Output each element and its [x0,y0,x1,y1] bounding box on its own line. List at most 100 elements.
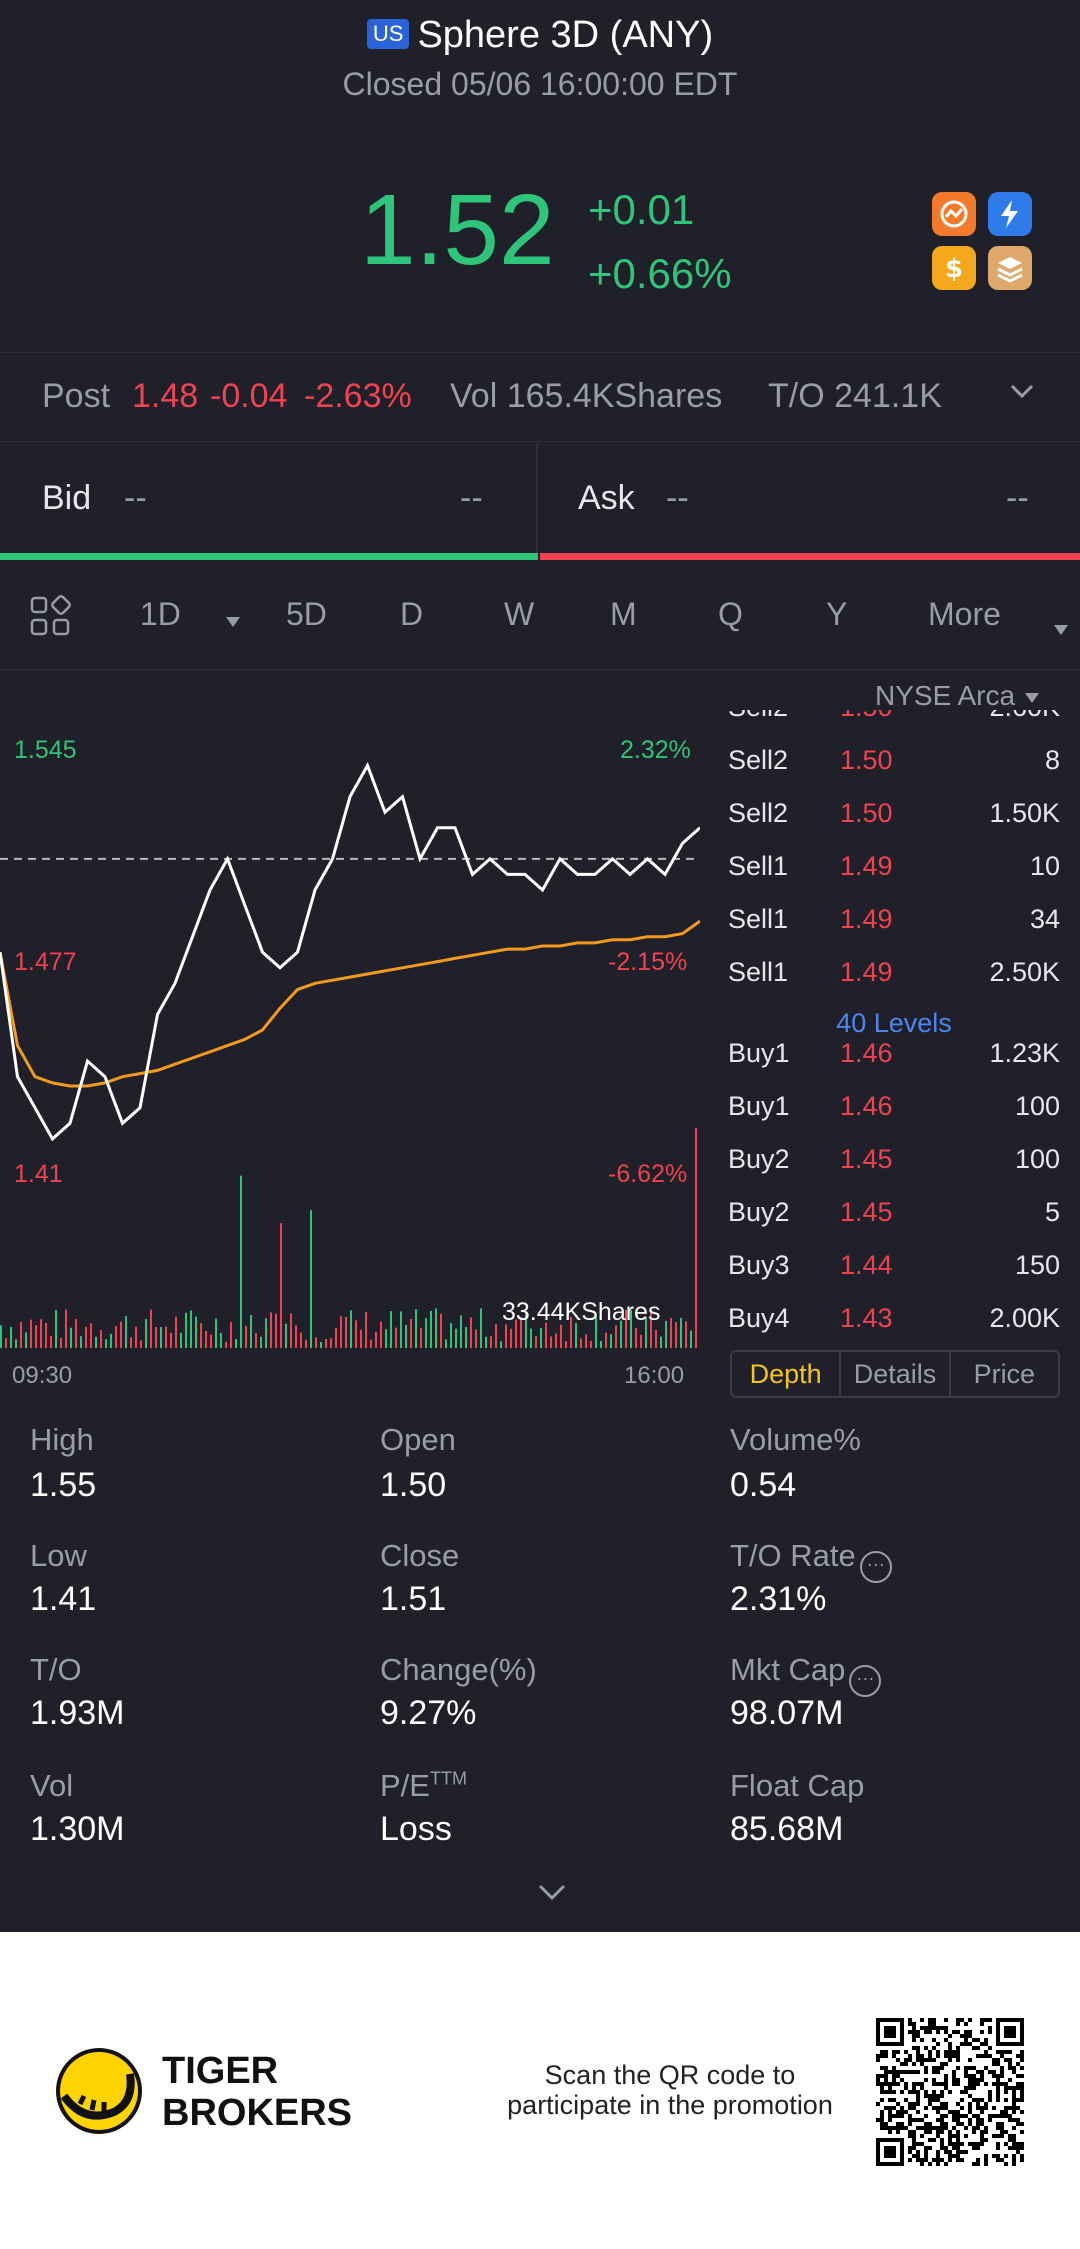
qr-code[interactable] [876,2018,1024,2166]
sell-level-label: Sell2 [728,710,788,723]
tab-m[interactable]: M [610,596,637,633]
brand-name: TIGER BROKERS [162,2050,352,2134]
volume-bar [290,1313,292,1348]
tab-y[interactable]: Y [826,596,847,633]
ask-price: -- [666,479,689,517]
chevron-down-icon[interactable] [1004,373,1040,418]
volume-bar [275,1313,277,1348]
volume-bar [240,1175,242,1348]
volume-bar [695,1128,697,1348]
x-end-label: 16:00 [624,1362,685,1389]
order-book-tabs: Depth Details Price [730,1350,1060,1398]
tab-depth[interactable]: Depth [732,1352,842,1396]
post-label: Post [42,377,111,415]
expand-chevron-icon[interactable] [534,1878,570,1911]
volume-bar [385,1329,387,1348]
buy-qty: 150 [1014,1250,1060,1280]
tab-q[interactable]: Q [718,596,743,633]
sell-level-label: Sell1 [728,957,789,987]
research-stack-icon[interactable] [988,246,1032,290]
tab-more[interactable]: More [928,596,1001,633]
tab-1d-dropdown-icon[interactable] [224,600,242,637]
volume-bar [555,1333,557,1348]
tab-w[interactable]: W [504,596,534,633]
buy-qty: 1.23K [989,1038,1060,1068]
exchange-selector[interactable]: NYSE Arca [875,680,1041,712]
intraday-chart[interactable]: 1.545 2.32% 1.477 -2.15% 1.41 -6.62% 33.… [0,700,701,1360]
volume-bar [450,1323,452,1348]
volume-bar [255,1333,257,1348]
promo-line1: Scan the QR code to [544,2060,796,2090]
bid-price: -- [124,479,147,517]
svg-text:$: $ [945,254,963,284]
volume-bar [665,1320,667,1348]
post-market-bar[interactable]: Post 1.48 -0.04 -2.63% Vol 165.4KShares … [0,352,1080,442]
sell-qty: 1.50K [989,798,1060,828]
buy-row: Buy4 1.43 2.00K [728,1303,1060,1342]
sell-price: 1.50 [840,710,893,723]
more-dropdown-icon[interactable] [1052,608,1070,645]
volume-bar [560,1324,562,1348]
ask-size: -- [1006,479,1029,517]
volume-bar [395,1327,397,1348]
chart-canvas[interactable] [0,700,701,1360]
buy-qty: 5 [1044,1197,1060,1227]
volume-bar [175,1316,177,1348]
volume-bar [135,1326,137,1348]
grid-layout-icon[interactable] [28,594,72,646]
volume-bar [20,1321,22,1348]
volume-bar [480,1308,482,1348]
sell-qty: 34 [1029,904,1060,934]
volume-bar [350,1310,352,1348]
level1-lightning-icon[interactable] [988,192,1032,236]
tab-5d[interactable]: 5D [286,596,327,633]
volume-bar [685,1321,687,1348]
volume-bar [440,1313,442,1348]
more-info-icon[interactable]: ··· [849,1665,882,1697]
volume-bar [60,1337,62,1348]
sell-row: Sell2 1.50 2.60K [728,710,1060,745]
buy-price: 1.45 [840,1144,893,1174]
exchange-name: NYSE Arca [875,680,1016,711]
tab-price[interactable]: Price [951,1352,1058,1396]
volume-bar [510,1328,512,1348]
more-info-icon[interactable]: ··· [859,1551,892,1583]
average-price-line [0,919,701,1088]
sell-qty: 2.50K [989,957,1060,987]
order-book[interactable]: Sell21.502.60KSell21.508Sell21.501.50KSe… [728,710,1068,1342]
buy-level-label: Buy2 [728,1197,790,1227]
dollar-icon[interactable]: $ [932,246,976,290]
sell-price: 1.50 [840,745,893,775]
post-turnover: T/O 241.1K [768,377,942,415]
volume-bar [50,1336,52,1348]
tab-d[interactable]: D [400,596,423,633]
buy-level-label: Buy2 [728,1144,790,1174]
tab-1d[interactable]: 1D [140,596,181,633]
exchange-dropdown-icon [1023,680,1041,711]
options-icon[interactable] [932,192,976,236]
volume-bar [465,1326,467,1348]
low-value: 1.41 [30,1580,97,1618]
float-cap-value: 85.68M [730,1810,844,1848]
volume-bar [565,1341,567,1348]
volume-bar [370,1339,372,1348]
low-label: Low [30,1538,87,1573]
volume-bar [415,1309,417,1348]
volume-bar [235,1338,237,1348]
volume-bar [0,1325,2,1348]
price-change: +0.01 [588,186,695,233]
volume-bar [540,1327,542,1348]
levels-toggle[interactable]: 40 Levels [728,1008,1060,1039]
volume-bar [420,1327,422,1348]
volume-bar [475,1329,477,1348]
volume-bar [310,1210,312,1348]
tab-details[interactable]: Details [841,1352,951,1396]
volume-bar [485,1336,487,1348]
volume-bar [130,1337,132,1348]
stock-title: US Sphere 3D (ANY) [0,14,1080,57]
volume-bar [615,1325,617,1348]
sell-qty: 10 [1029,851,1060,881]
volume-bar [680,1317,682,1348]
volume-bar [270,1312,272,1348]
pe-ttm-sup: TTM [429,1768,467,1789]
